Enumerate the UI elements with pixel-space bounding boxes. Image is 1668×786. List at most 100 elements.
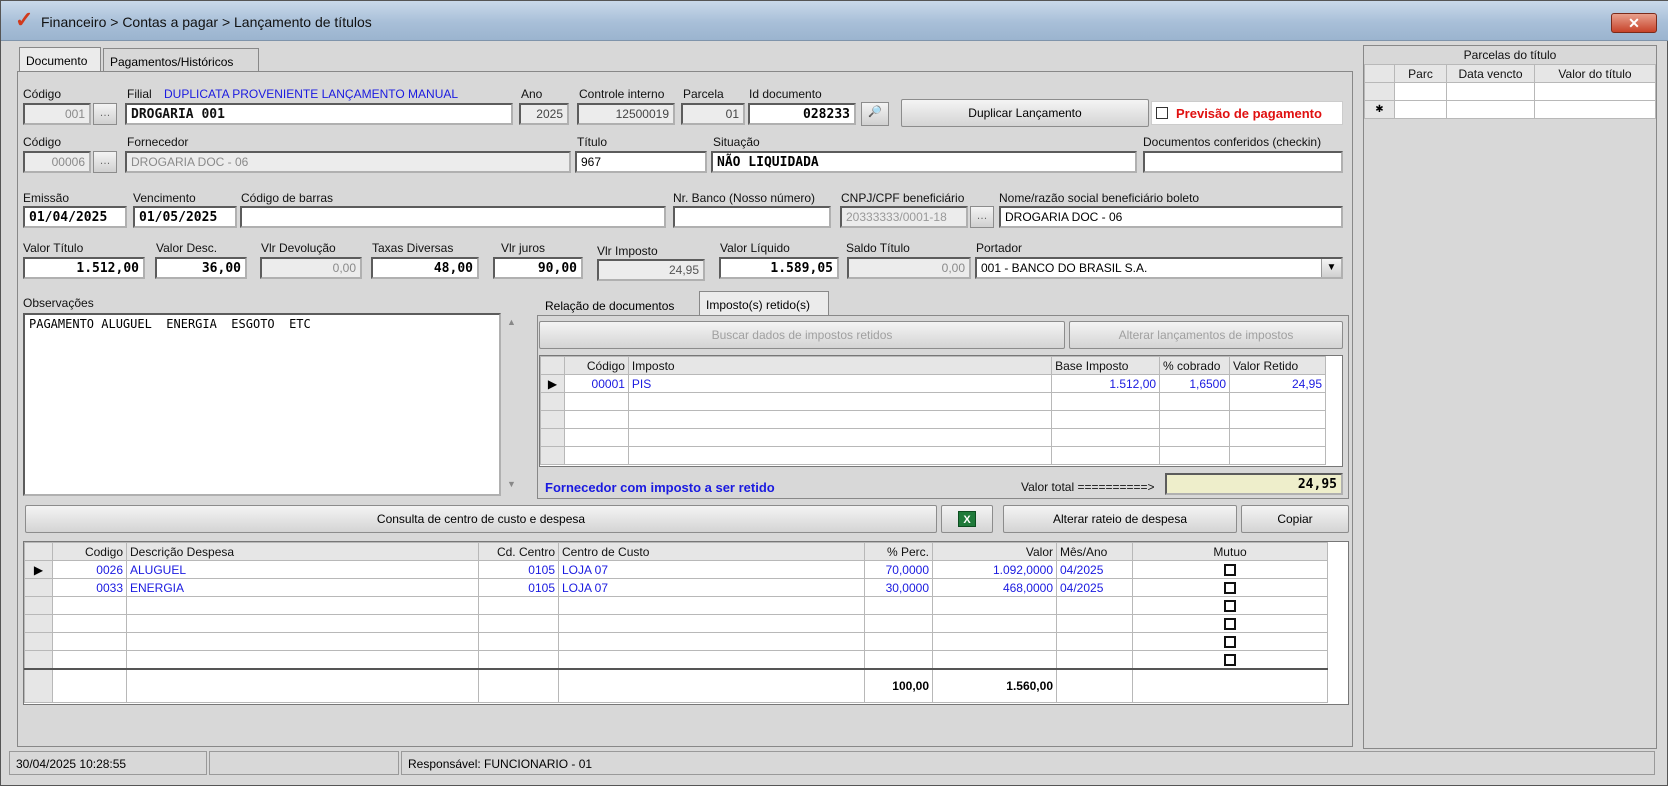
tab-pagamentos-historicos[interactable]: Pagamentos/Históricos <box>103 48 259 72</box>
nosso-numero-field[interactable] <box>673 206 831 228</box>
observacoes-scrollbar[interactable]: ▲ ▼ <box>505 313 521 496</box>
table-row[interactable] <box>540 410 1326 429</box>
despesas-col-cd-centro[interactable]: Cd. Centro <box>478 542 559 561</box>
parcela-field[interactable]: 01 <box>681 103 745 125</box>
despesa-perc-cell[interactable]: 70,0000 <box>864 560 933 579</box>
fornecedor-field[interactable]: DROGARIA DOC - 06 <box>125 151 571 173</box>
table-row[interactable]: ▶ 0026 ALUGUEL 0105 LOJA 07 70,0000 1.09… <box>24 560 1328 579</box>
table-row[interactable] <box>540 446 1326 465</box>
impostos-table: Código Imposto Base Imposto % cobrado Va… <box>540 356 1326 465</box>
titulo-field[interactable]: 967 <box>575 151 707 173</box>
table-row[interactable] <box>24 650 1328 669</box>
copiar-button[interactable]: Copiar <box>1241 505 1349 533</box>
vlr-juros-field[interactable]: 90,00 <box>493 257 583 279</box>
despesa-centro-cell[interactable]: LOJA 07 <box>558 560 865 579</box>
impostos-col-valor[interactable]: Valor Retido <box>1229 356 1326 375</box>
portador-select[interactable]: 001 - BANCO DO BRASIL S.A. ▼ <box>975 257 1343 279</box>
table-row[interactable] <box>24 614 1328 633</box>
close-button[interactable]: ✕ <box>1611 13 1657 33</box>
taxas-diversas-label: Taxas Diversas <box>372 241 454 255</box>
impostos-col-base[interactable]: Base Imposto <box>1051 356 1161 375</box>
table-row[interactable]: 0033 ENERGIA 0105 LOJA 07 30,0000 468,00… <box>24 578 1328 597</box>
despesas-col-centro-custo[interactable]: Centro de Custo <box>558 542 865 561</box>
despesa-mes-cell[interactable]: 04/2025 <box>1056 578 1133 597</box>
ano-field[interactable]: 2025 <box>519 103 569 125</box>
previsao-checkbox-box[interactable] <box>1156 107 1168 119</box>
table-row[interactable] <box>540 392 1326 411</box>
imposto-valor-cell[interactable]: 24,95 <box>1229 374 1326 393</box>
despesas-col-valor[interactable]: Valor <box>932 542 1057 561</box>
despesas-col-mutuo[interactable]: Mutuo <box>1132 542 1328 561</box>
duplicar-lancamento-button[interactable]: Duplicar Lançamento <box>901 99 1149 127</box>
despesa-desc-cell[interactable]: ENERGIA <box>126 578 479 597</box>
despesa-codigo-cell[interactable]: 0033 <box>52 578 127 597</box>
export-excel-button[interactable]: X <box>941 505 993 533</box>
alterar-rateio-button[interactable]: Alterar rateio de despesa <box>1003 505 1237 533</box>
window-title: Financeiro > Contas a pagar > Lançamento… <box>41 14 372 30</box>
despesas-col-mes-ano[interactable]: Mês/Ano <box>1056 542 1133 561</box>
nome-beneficiario-field[interactable]: DROGARIA DOC - 06 <box>999 206 1343 228</box>
codigo-fornecedor-field[interactable]: 00006 <box>23 151 91 173</box>
table-row[interactable]: ✱ <box>1364 100 1656 119</box>
despesas-col-perc[interactable]: % Perc. <box>864 542 933 561</box>
despesas-col-descricao[interactable]: Descrição Despesa <box>126 542 479 561</box>
imposto-codigo-cell[interactable]: 00001 <box>563 374 629 393</box>
despesa-perc-cell[interactable]: 30,0000 <box>864 578 933 597</box>
codigo-filial-lookup-button[interactable]: … <box>93 103 117 125</box>
alterar-impostos-button[interactable]: Alterar lançamentos de impostos <box>1069 321 1343 349</box>
imposto-perc-cell[interactable]: 1,6500 <box>1159 374 1231 393</box>
consulta-centro-custo-button[interactable]: Consulta de centro de custo e despesa <box>25 505 937 533</box>
despesa-codigo-cell[interactable]: 0026 <box>52 560 127 579</box>
despesa-cd-centro-cell[interactable]: 0105 <box>478 578 559 597</box>
mutuo-checkbox[interactable] <box>1132 560 1328 579</box>
vencimento-field[interactable]: 01/05/2025 <box>133 206 237 228</box>
table-row[interactable] <box>24 632 1328 651</box>
codigo-filial-field[interactable]: 001 <box>23 103 91 125</box>
parcelas-col-data[interactable]: Data vencto <box>1446 64 1535 83</box>
parcelas-col-valor[interactable]: Valor do título <box>1534 64 1656 83</box>
cnpj-lookup-button[interactable]: … <box>970 206 994 228</box>
valor-desc-field[interactable]: 36,00 <box>155 257 247 279</box>
vlr-devolucao-field[interactable]: 0,00 <box>260 257 362 279</box>
checkin-field[interactable] <box>1143 151 1343 173</box>
codigo-fornecedor-lookup-button[interactable]: … <box>93 151 117 173</box>
scroll-down-icon[interactable]: ▼ <box>507 479 516 489</box>
despesa-valor-cell[interactable]: 468,0000 <box>932 578 1057 597</box>
filial-field[interactable]: DROGARIA 001 <box>125 103 513 125</box>
tab-impostos-retidos[interactable]: Imposto(s) retido(s) <box>699 291 829 315</box>
despesa-valor-cell[interactable]: 1.092,0000 <box>932 560 1057 579</box>
tab-relacao-documentos[interactable]: Relação de documentos <box>539 293 697 317</box>
mutuo-checkbox[interactable] <box>1132 578 1328 597</box>
table-row[interactable]: ▶ 00001 PIS 1.512,00 1,6500 24,95 <box>540 374 1326 393</box>
id-documento-field[interactable]: 028233 <box>748 103 856 125</box>
emissao-field[interactable]: 01/04/2025 <box>23 206 127 228</box>
impostos-col-perc[interactable]: % cobrado <box>1159 356 1231 375</box>
chevron-down-icon[interactable]: ▼ <box>1321 259 1341 277</box>
table-row[interactable] <box>1364 82 1656 101</box>
cnpj-beneficiario-field[interactable]: 20333333/0001-18 <box>840 206 968 228</box>
valor-titulo-field[interactable]: 1.512,00 <box>23 257 145 279</box>
observacoes-textarea[interactable]: PAGAMENTO ALUGUEL ENERGIA ESGOTO ETC <box>23 313 501 496</box>
despesas-header-indicator <box>24 542 53 561</box>
total-valor-cell: 1.560,00 <box>932 668 1057 703</box>
controle-interno-field[interactable]: 12500019 <box>577 103 675 125</box>
scroll-up-icon[interactable]: ▲ <box>507 317 516 327</box>
impostos-col-codigo[interactable]: Código <box>563 356 629 375</box>
previsao-pagamento-checkbox[interactable]: Previsão de pagamento <box>1151 101 1343 125</box>
tab-documento[interactable]: Documento <box>19 47 101 71</box>
imposto-base-cell[interactable]: 1.512,00 <box>1051 374 1161 393</box>
imposto-nome-cell[interactable]: PIS <box>627 374 1053 393</box>
codigo-barras-field[interactable] <box>240 206 666 228</box>
buscar-impostos-button[interactable]: Buscar dados de impostos retidos <box>539 321 1065 349</box>
impostos-col-imposto[interactable]: Imposto <box>627 356 1053 375</box>
table-row[interactable] <box>24 596 1328 615</box>
despesa-desc-cell[interactable]: ALUGUEL <box>126 560 479 579</box>
despesa-centro-cell[interactable]: LOJA 07 <box>558 578 865 597</box>
despesas-col-codigo[interactable]: Codigo <box>52 542 127 561</box>
search-id-button[interactable]: 🔎 <box>861 102 889 126</box>
taxas-diversas-field[interactable]: 48,00 <box>371 257 479 279</box>
table-row[interactable] <box>540 428 1326 447</box>
despesa-cd-centro-cell[interactable]: 0105 <box>478 560 559 579</box>
parcelas-col-parc[interactable]: Parc <box>1394 64 1447 83</box>
despesa-mes-cell[interactable]: 04/2025 <box>1056 560 1133 579</box>
